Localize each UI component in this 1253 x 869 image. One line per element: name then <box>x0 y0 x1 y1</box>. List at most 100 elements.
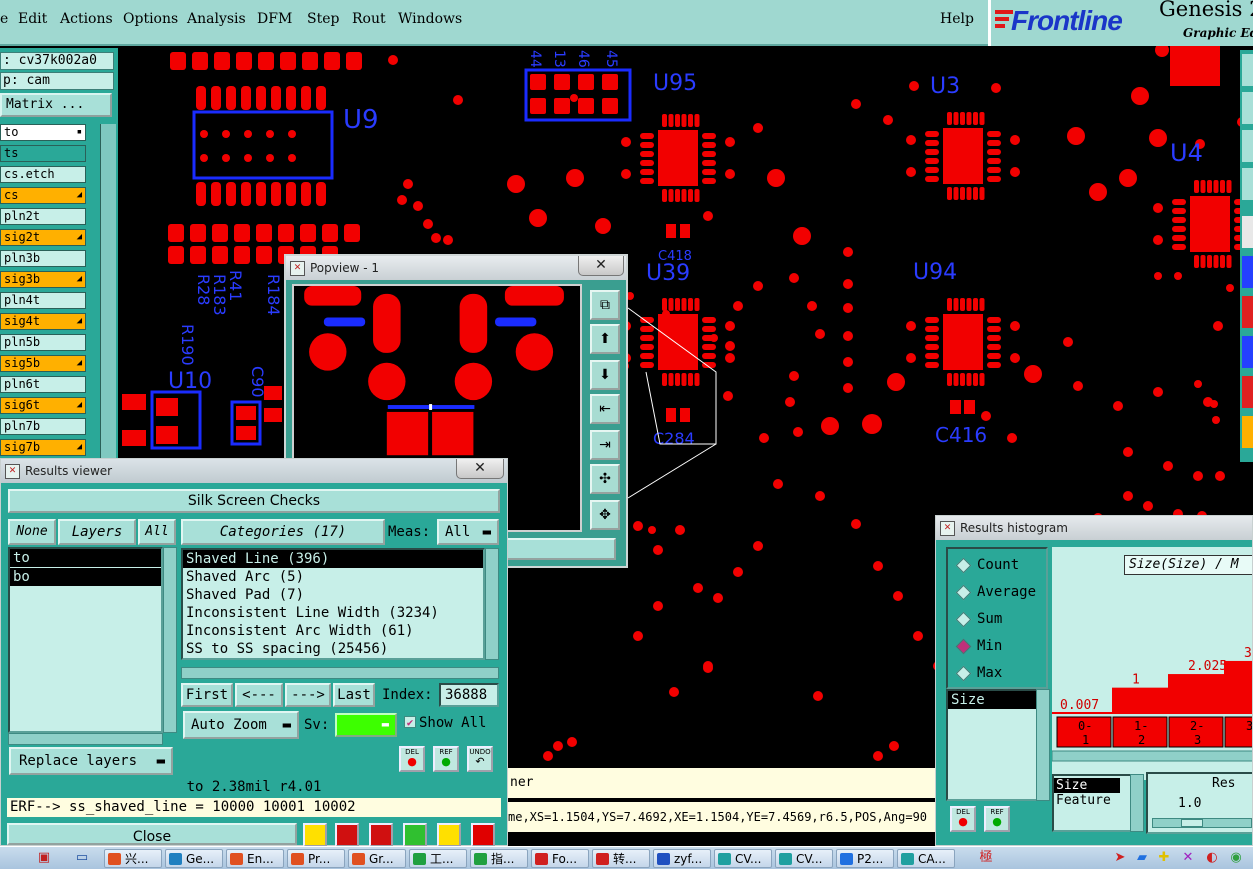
menu-windows[interactable]: Windows <box>398 11 462 27</box>
taskbar-button[interactable]: 兴... <box>104 849 162 868</box>
mode-sum-radio[interactable]: Sum <box>955 611 1002 627</box>
toolbar-button[interactable] <box>1242 92 1253 124</box>
prev-button[interactable]: <--- <box>235 683 283 707</box>
toolbar-button[interactable] <box>1242 296 1253 328</box>
layer-item[interactable]: sig2t ◢ <box>0 229 86 246</box>
delete-result-button[interactable]: DEL ● <box>399 746 425 772</box>
histogram-icon[interactable] <box>471 823 495 847</box>
job-name-field[interactable]: : cv37k002a0 <box>0 52 114 70</box>
histogram-hscroll[interactable] <box>1052 750 1253 762</box>
category-item[interactable]: Shaved Arc (5) <box>183 568 483 586</box>
layers-none-button[interactable]: None <box>8 519 56 545</box>
taskbar-button[interactable]: Ge... <box>165 849 223 868</box>
report-icon[interactable] <box>437 823 461 847</box>
layer-item[interactable]: pln3b <box>0 250 86 267</box>
layers-icon[interactable] <box>403 823 427 847</box>
taskbar-button[interactable]: 工... <box>409 849 467 868</box>
layers-all-button[interactable]: All <box>138 519 176 545</box>
mode-average-radio[interactable]: Average <box>955 584 1036 600</box>
mode-min-radio[interactable]: Min <box>955 638 1002 654</box>
popview-pan-up-icon[interactable]: ⬆ <box>590 324 620 354</box>
list-item[interactable]: to <box>10 549 161 567</box>
histogram-titlebar[interactable]: ✕ Results histogram <box>936 516 1252 540</box>
sv-color-dropdown[interactable]: ▬ <box>335 713 397 737</box>
toolbar-button[interactable] <box>1242 130 1253 162</box>
menu-step[interactable]: Step <box>307 11 339 27</box>
matrix-button[interactable]: Matrix ... <box>0 93 112 117</box>
menu-rout[interactable]: Rout <box>352 11 386 27</box>
histogram-delete-button[interactable]: DEL ● <box>950 806 976 832</box>
taskbar-button[interactable]: zyf... <box>653 849 711 868</box>
tray-icon[interactable]: ◐ <box>1204 850 1220 866</box>
mode-count-radio[interactable]: Count <box>955 557 1019 573</box>
menu-file[interactable]: e <box>0 11 8 27</box>
layer-item[interactable]: pln5b <box>0 334 86 351</box>
category-item[interactable]: SS to SS spacing (25456) <box>183 640 483 658</box>
category-list-vscroll[interactable] <box>485 548 499 660</box>
menu-dfm[interactable]: DFM <box>257 11 292 27</box>
index-input[interactable]: 36888 <box>439 683 499 707</box>
taskbar-button[interactable]: CV... <box>775 849 833 868</box>
taskbar-button[interactable]: CV... <box>714 849 772 868</box>
layer-item[interactable]: to ▪ <box>0 124 86 141</box>
legend-scroll[interactable] <box>1130 774 1144 832</box>
layer-item[interactable]: sig7b ◢ <box>0 439 86 456</box>
popview-zoom-in-icon[interactable]: ✣ <box>590 464 620 494</box>
popview-titlebar[interactable]: ✕ Popview - 1 <box>286 256 626 280</box>
category-item[interactable]: Inconsistent Arc Width (61) <box>183 622 483 640</box>
results-close-button[interactable]: Close <box>7 823 297 845</box>
taskbar-button[interactable]: 指... <box>470 849 528 868</box>
layer-item[interactable]: sig3b ◢ <box>0 271 86 288</box>
desktop-icon[interactable]: ▭ <box>74 850 90 866</box>
auto-zoom-dropdown[interactable]: Auto Zoom ▬ <box>183 711 299 739</box>
mode-max-radio[interactable]: Max <box>955 665 1002 681</box>
tray-icon[interactable]: ▰ <box>1134 850 1150 866</box>
histogram-list-scroll[interactable] <box>1036 689 1050 801</box>
layer-item[interactable]: cs.etch <box>0 166 86 183</box>
tray-icon[interactable]: ◉ <box>1228 850 1244 866</box>
toolbar-button[interactable] <box>1242 416 1253 448</box>
taskbar-button[interactable]: Pr... <box>287 849 345 868</box>
toolbar-button[interactable] <box>1242 256 1253 288</box>
slider-thumb[interactable] <box>1181 819 1203 827</box>
step-name-field[interactable]: p: cam <box>0 72 114 90</box>
resolution-slider[interactable] <box>1152 818 1252 828</box>
histogram-reference-button[interactable]: REF ● <box>984 806 1010 832</box>
results-category-list[interactable]: Shaved Line (396) Shaved Arc (5) Shaved Pa… <box>181 548 485 660</box>
toolbar-button[interactable] <box>1242 216 1253 248</box>
category-item[interactable]: Inconsistent Line Width (3234) <box>183 604 483 622</box>
layer-item[interactable]: sig4t ◢ <box>0 313 86 330</box>
layer-list-vscroll[interactable] <box>163 547 177 733</box>
category-item[interactable]: Shaved Line (396) <box>183 550 483 568</box>
layer-item[interactable]: pln2t <box>0 208 86 225</box>
popview-close-button[interactable]: ✕ <box>578 256 624 276</box>
reference-button[interactable]: REF ● <box>433 746 459 772</box>
layer-item[interactable]: cs ◢ <box>0 187 86 204</box>
list-item[interactable]: Size <box>948 691 1036 709</box>
menu-help[interactable]: Help <box>940 11 974 27</box>
popview-pan-left-icon[interactable]: ⇤ <box>590 394 620 424</box>
layer-item[interactable]: pln7b <box>0 418 86 435</box>
layer-list-hscroll[interactable] <box>8 733 163 745</box>
replace-layers-dropdown[interactable]: Replace layers ▬ <box>9 747 173 775</box>
layer-item[interactable]: sig6t ◢ <box>0 397 86 414</box>
ime-icon[interactable]: 極 <box>978 850 994 866</box>
taskbar-button[interactable]: Fo... <box>531 849 589 868</box>
toolbar-button[interactable] <box>1242 168 1253 200</box>
category-list-hscroll[interactable] <box>181 667 499 679</box>
menu-options[interactable]: Options <box>123 11 178 27</box>
popview-zoom-fit-icon[interactable]: ⧉ <box>590 290 620 320</box>
toolbar-button[interactable] <box>1242 54 1253 86</box>
taskbar-button[interactable]: En... <box>226 849 284 868</box>
toolbar-button[interactable] <box>1242 336 1253 368</box>
tray-icon[interactable]: ✚ <box>1156 850 1172 866</box>
layer-item[interactable]: ts <box>0 145 86 162</box>
delete-all-icon[interactable] <box>369 823 393 847</box>
undo-button[interactable]: UNDO ↶ <box>467 746 493 772</box>
meas-dropdown[interactable]: All ▬ <box>437 519 499 545</box>
layer-list-scrollbar[interactable] <box>100 124 116 458</box>
quicklaunch-icon[interactable]: ▣ <box>36 850 52 866</box>
measure-tool-icon[interactable] <box>303 823 327 847</box>
layer-item[interactable]: pln4t <box>0 292 86 309</box>
tray-icon[interactable]: ➤ <box>1112 850 1128 866</box>
